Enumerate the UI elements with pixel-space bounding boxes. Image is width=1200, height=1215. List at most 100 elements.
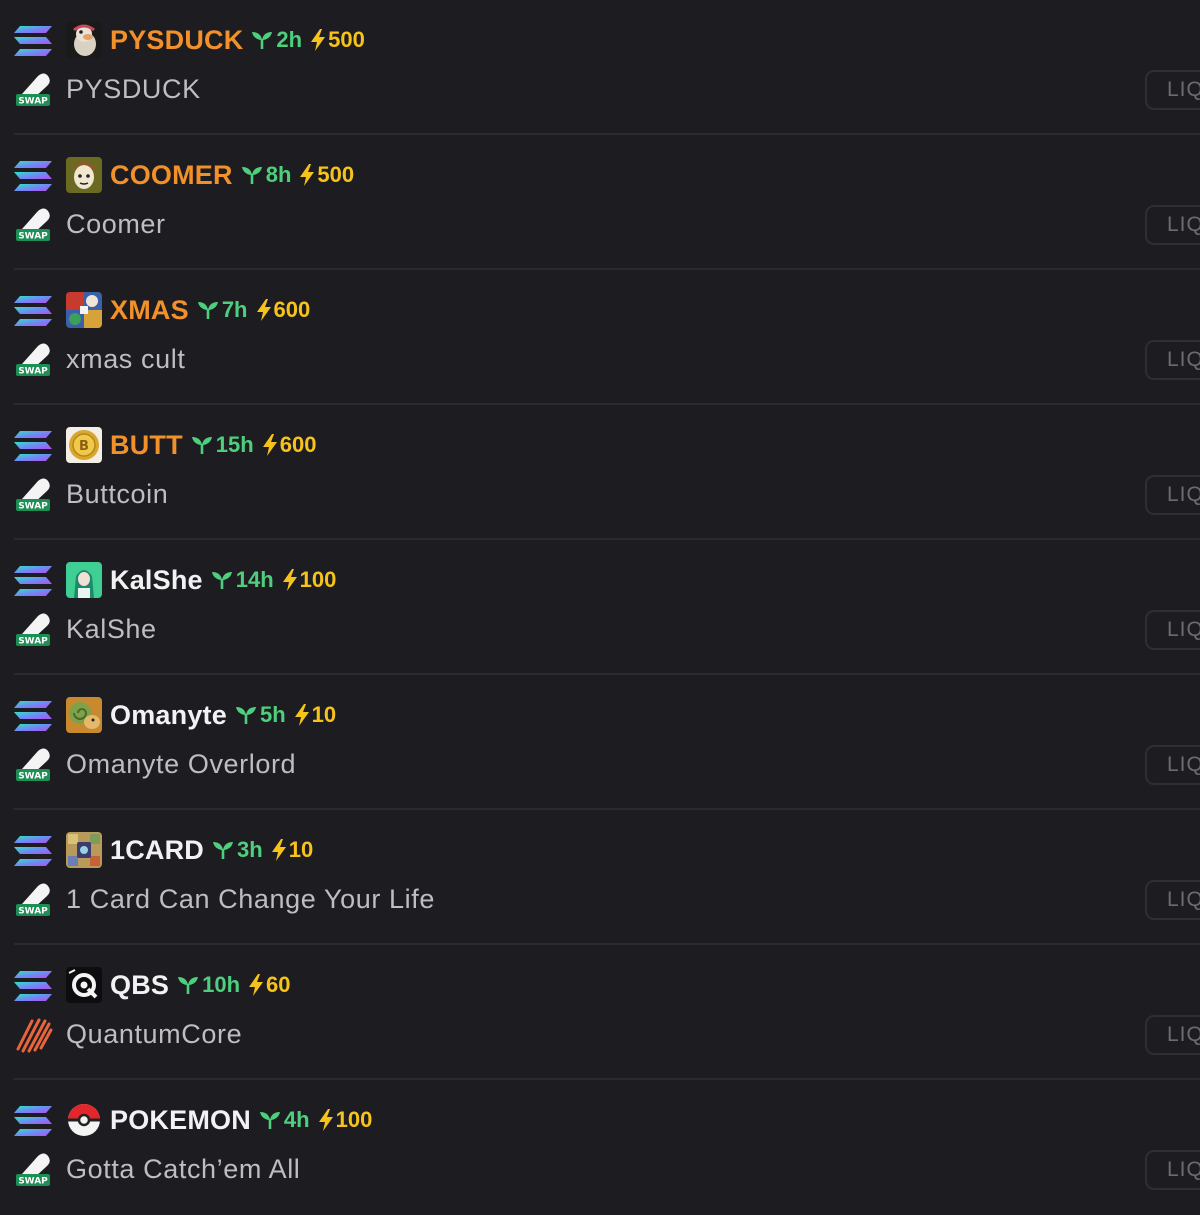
svg-text:SWAP: SWAP: [18, 907, 48, 917]
token-power: 500: [299, 162, 354, 188]
token-age: 5h: [235, 702, 286, 728]
liq-button[interactable]: LIQ: [1145, 1150, 1200, 1190]
coomer-avatar-icon: [66, 157, 102, 193]
solana-icon: [14, 836, 52, 866]
sprout-icon: [197, 302, 218, 319]
token-ticker[interactable]: Omanyte: [110, 700, 227, 731]
token-ticker[interactable]: 1CARD: [110, 835, 204, 866]
token-age: 3h: [212, 837, 263, 863]
token-ticker[interactable]: POKEMON: [110, 1105, 251, 1136]
lightning-icon: [300, 164, 315, 186]
sprout-icon: [241, 167, 262, 184]
token-age: 8h: [241, 162, 291, 188]
liq-button[interactable]: LIQ: [1145, 475, 1200, 515]
token-row[interactable]: XMAS 7h 600 SWAP xmas cult LIQ: [0, 270, 1200, 405]
swap-icon: SWAP: [16, 73, 50, 107]
token-row[interactable]: QBS 10h 60 QuantumCore LIQ: [0, 945, 1200, 1080]
swap-icon: SWAP: [16, 748, 50, 782]
lightning-icon: [262, 434, 277, 456]
swap-icon: SWAP: [16, 478, 50, 512]
svg-text:SWAP: SWAP: [18, 1177, 48, 1187]
token-name: Omanyte Overlord: [66, 749, 297, 779]
svg-text:B: B: [79, 439, 89, 454]
token-row[interactable]: B BUTT 15h 600 SWAP Buttcoin LIQ: [0, 405, 1200, 540]
token-ticker[interactable]: QBS: [110, 970, 169, 1001]
token-ticker[interactable]: COOMER: [110, 160, 233, 191]
token-name: QuantumCore: [66, 1019, 243, 1049]
token-power: 10: [271, 837, 313, 863]
lightning-icon: [318, 1109, 333, 1131]
solana-icon: [14, 971, 52, 1001]
lightning-icon: [249, 974, 264, 996]
token-power: 600: [256, 297, 310, 323]
sprout-icon: [213, 842, 234, 859]
swap-icon: SWAP: [16, 1153, 50, 1187]
liq-button[interactable]: LIQ: [1145, 205, 1200, 245]
lightning-icon: [282, 569, 297, 591]
token-age: 4h: [259, 1107, 310, 1133]
liq-button[interactable]: LIQ: [1145, 340, 1200, 380]
solana-icon: [14, 701, 52, 731]
token-power: 100: [318, 1107, 372, 1133]
liq-button[interactable]: LIQ: [1145, 610, 1200, 650]
token-ticker[interactable]: KalShe: [110, 565, 203, 596]
solana-icon: [14, 161, 52, 191]
token-power: 10: [294, 702, 336, 728]
solana-icon: [14, 26, 52, 56]
token-ticker[interactable]: PYSDUCK: [110, 25, 243, 56]
token-name: Buttcoin: [66, 479, 169, 509]
swap-icon: SWAP: [16, 883, 50, 917]
lightning-icon: [311, 29, 326, 51]
token-name: PYSDUCK: [66, 74, 201, 104]
sprout-icon: [178, 977, 199, 994]
solana-icon: [14, 431, 52, 461]
token-row[interactable]: POKEMON 4h 100 SWAP Gotta Catch’em All L…: [0, 1080, 1200, 1215]
token-row[interactable]: KalShe 14h 100 SWAP KalShe LIQ: [0, 540, 1200, 675]
token-name: 1 Card Can Change Your Life: [66, 884, 435, 914]
liq-button[interactable]: LIQ: [1145, 70, 1200, 110]
token-row[interactable]: 1CARD 3h 10 SWAP 1 Card Can Change Your …: [0, 810, 1200, 945]
lightning-icon: [256, 299, 271, 321]
liq-button[interactable]: LIQ: [1145, 745, 1200, 785]
token-power: 60: [248, 972, 291, 998]
token-power: 600: [262, 432, 316, 458]
token-name: KalShe: [66, 614, 157, 644]
svg-text:SWAP: SWAP: [18, 502, 48, 512]
sprout-icon: [252, 32, 273, 49]
sprout-icon: [235, 707, 256, 724]
token-age: 7h: [197, 297, 248, 323]
token-name: Coomer: [66, 209, 166, 239]
token-ticker[interactable]: BUTT: [110, 430, 183, 461]
token-ticker[interactable]: XMAS: [110, 295, 189, 326]
token-age: 14h: [211, 567, 274, 593]
solana-icon: [14, 1106, 52, 1136]
svg-text:SWAP: SWAP: [18, 232, 48, 242]
token-age: 10h: [177, 972, 240, 998]
svg-text:SWAP: SWAP: [18, 367, 48, 377]
svg-text:SWAP: SWAP: [18, 772, 48, 782]
token-age: 2h: [251, 27, 302, 53]
swap-icon: SWAP: [16, 613, 50, 647]
token-list: PYSDUCK 2h 500 SWAP PYSDUCK LIQ COOMER 8…: [0, 0, 1200, 1200]
swap-icon: SWAP: [16, 208, 50, 242]
lightning-icon: [271, 839, 286, 861]
svg-text:SWAP: SWAP: [18, 97, 48, 107]
liq-button[interactable]: LIQ: [1145, 1015, 1200, 1055]
token-name: Gotta Catch’em All: [66, 1154, 301, 1184]
token-row[interactable]: Omanyte 5h 10 SWAP Omanyte Overlord LIQ: [0, 675, 1200, 810]
svg-text:SWAP: SWAP: [18, 637, 48, 647]
card-avatar-icon: [66, 832, 102, 868]
swap-icon: SWAP: [16, 343, 50, 377]
xmas-avatar-icon: [66, 292, 102, 328]
token-age: 15h: [191, 432, 254, 458]
sprout-icon: [259, 1112, 280, 1129]
duck-avatar-icon: [66, 22, 102, 58]
token-row[interactable]: PYSDUCK 2h 500 SWAP PYSDUCK LIQ: [0, 0, 1200, 135]
token-power: 500: [310, 27, 365, 53]
anime-avatar-icon: [66, 562, 102, 598]
stripes-icon: [16, 1018, 53, 1053]
liq-button[interactable]: LIQ: [1145, 880, 1200, 920]
pokeball-avatar-icon: [66, 1102, 102, 1138]
token-row[interactable]: COOMER 8h 500 SWAP Coomer LIQ: [0, 135, 1200, 270]
omanyte-avatar-icon: [66, 697, 102, 733]
